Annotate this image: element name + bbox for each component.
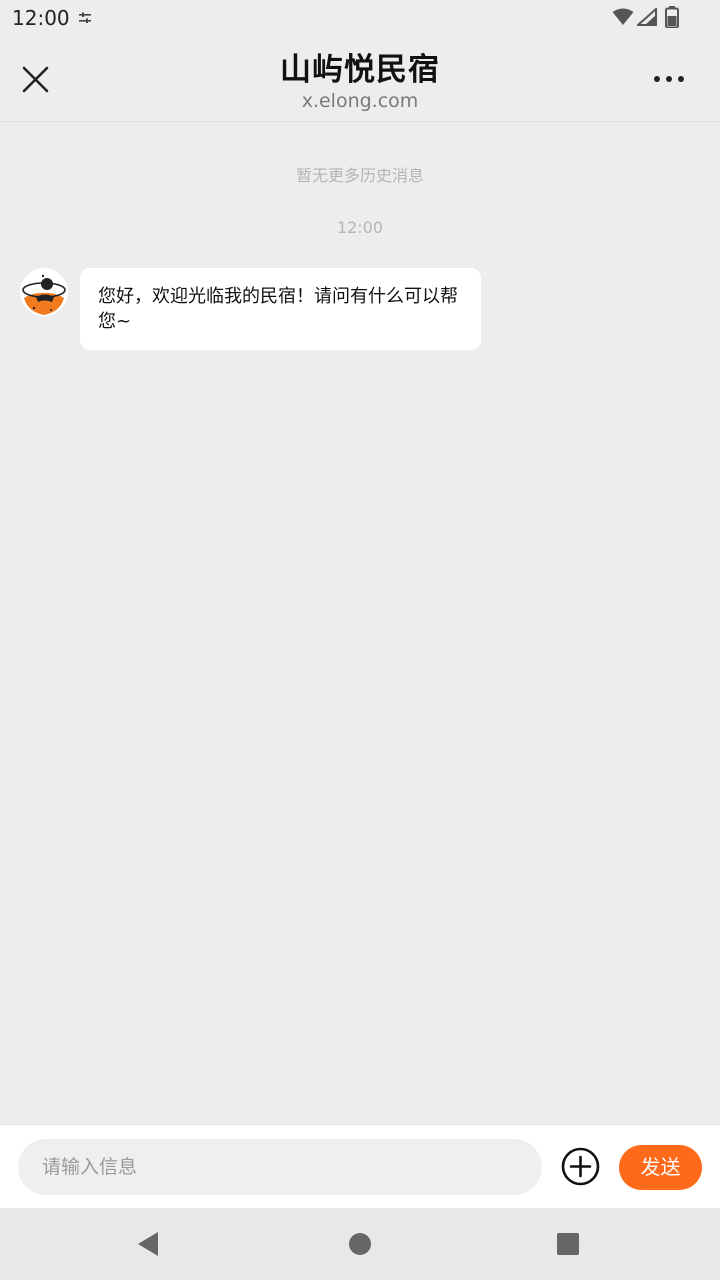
avatar-icon [20,268,68,316]
send-button[interactable]: 发送 [619,1145,702,1190]
message-bubble[interactable]: 您好，欢迎光临我的民宿！请问有什么可以帮您~ [80,268,481,350]
close-icon[interactable] [14,58,58,102]
status-bar: 12:00 [0,0,720,36]
back-icon[interactable] [136,1230,162,1258]
input-bar: 发送 [0,1124,720,1208]
host-avatar[interactable] [20,268,68,316]
page-subtitle: x.elong.com [301,90,419,112]
page-title: 山屿悦民宿 [280,52,440,88]
wifi-icon [612,8,634,25]
more-icon[interactable] [648,62,692,96]
message-timestamp: 12:00 [336,218,384,237]
header: 山屿悦民宿 x.elong.com [0,36,720,122]
add-circle-icon[interactable] [560,1146,601,1187]
message-input[interactable] [18,1139,542,1195]
signal-icon [637,8,657,26]
status-time: 12:00 [12,6,70,30]
no-history-notice: 暂无更多历史消息 [295,166,424,185]
settings-icon [79,12,91,23]
home-icon[interactable] [348,1232,372,1256]
chat-area[interactable]: 暂无更多历史消息 12:00 您好，欢迎光临我的民宿！请问有什么可以帮您~ [0,122,720,1124]
recents-icon[interactable] [556,1232,580,1256]
battery-icon [665,6,679,28]
system-nav-bar [0,1208,720,1280]
